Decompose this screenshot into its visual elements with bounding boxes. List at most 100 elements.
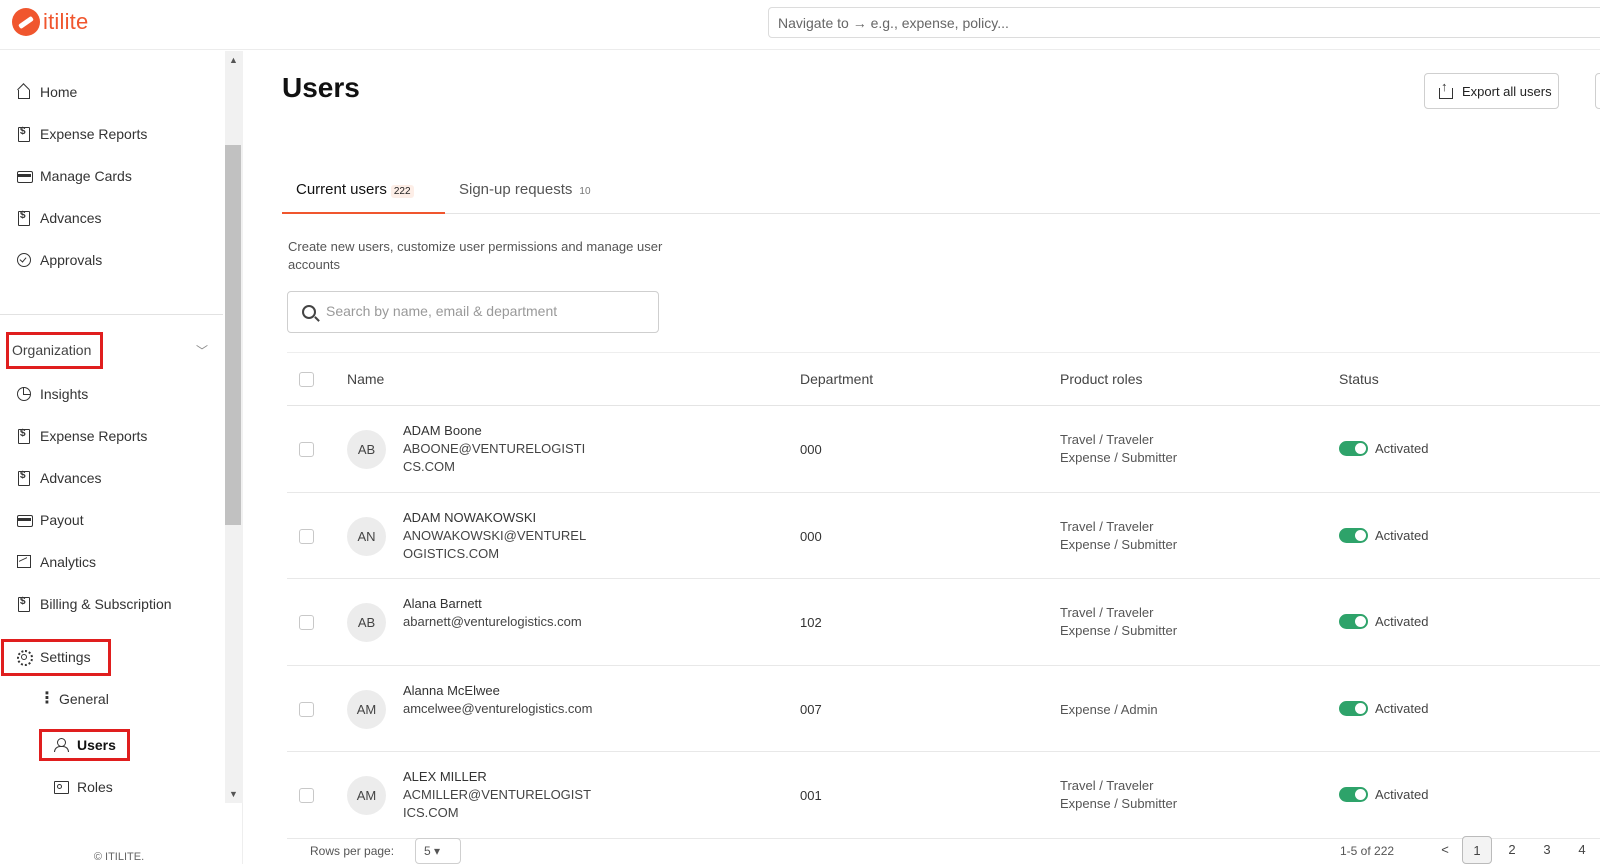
receipt-icon bbox=[16, 126, 32, 142]
sidebar-item-label: Billing & Subscription bbox=[40, 596, 172, 612]
itilite-logo[interactable]: itilite bbox=[12, 8, 88, 36]
column-header-department[interactable]: Department bbox=[800, 371, 873, 387]
column-header-status[interactable]: Status bbox=[1339, 371, 1379, 387]
user-name-cell: Alana Barnett abarnett@venturelogistics.… bbox=[403, 595, 593, 631]
row-checkbox[interactable] bbox=[299, 615, 314, 630]
status-toggle[interactable] bbox=[1339, 527, 1368, 543]
role-line: Expense / Submitter bbox=[1060, 450, 1178, 465]
chevron-down-icon[interactable]: ﹀ bbox=[196, 342, 208, 359]
sidebar-item-label: Approvals bbox=[40, 252, 103, 268]
prev-page-button[interactable]: < bbox=[1430, 836, 1460, 864]
logo-text: itilite bbox=[43, 9, 89, 34]
role-line: Expense / Submitter bbox=[1060, 623, 1178, 638]
page-title: Users bbox=[282, 72, 360, 103]
home-icon bbox=[16, 84, 32, 100]
pie-icon bbox=[16, 386, 32, 402]
export-all-users-button[interactable]: Export all users bbox=[1424, 73, 1559, 109]
sidebar-item-users[interactable]: Users bbox=[53, 733, 116, 757]
avatar: AM bbox=[347, 689, 386, 729]
copyright-text: © ITILITE. bbox=[93, 851, 145, 863]
user-name-cell: Alanna McElwee amcelwee@venturelogistics… bbox=[403, 682, 593, 718]
sidebar-item-manage-cards[interactable]: Manage Cards bbox=[16, 164, 132, 188]
status-toggle[interactable] bbox=[1339, 614, 1368, 629]
table-row[interactable]: AB ADAM Boone ABOONE@VENTURELOGISTICS.CO… bbox=[287, 406, 1600, 493]
sidebar-item-org-advances[interactable]: Advances bbox=[16, 466, 101, 490]
department-cell: 007 bbox=[800, 701, 822, 717]
dots-icon bbox=[35, 688, 55, 708]
select-all-checkbox[interactable] bbox=[299, 372, 314, 387]
user-search-input[interactable] bbox=[326, 303, 646, 319]
sidebar-item-roles[interactable]: Roles bbox=[53, 775, 113, 799]
product-roles-cell: Expense / Admin bbox=[1060, 701, 1158, 719]
tab-count-badge: 222 bbox=[390, 185, 414, 198]
role-line: Expense / Submitter bbox=[1060, 796, 1178, 811]
table-row[interactable]: AB Alana Barnett abarnett@venturelogisti… bbox=[287, 579, 1600, 666]
role-line: Expense / Admin bbox=[1060, 701, 1158, 717]
user-name: ADAM NOWAKOWSKI bbox=[403, 509, 537, 525]
status-cell: Activated bbox=[1339, 787, 1428, 802]
column-header-name[interactable]: Name bbox=[347, 371, 384, 387]
page-button-1[interactable]: 1 bbox=[1462, 836, 1492, 864]
more-actions-button[interactable] bbox=[1595, 73, 1600, 109]
sidebar-item-expense-reports[interactable]: Expense Reports bbox=[16, 122, 147, 146]
organization-section-header[interactable]: Organization bbox=[6, 332, 103, 369]
sidebar-item-label: Settings bbox=[40, 649, 91, 665]
row-checkbox[interactable] bbox=[299, 442, 314, 457]
navigate-search-input[interactable]: Navigate to → e.g., expense, policy... bbox=[768, 7, 1600, 38]
sidebar-item-home[interactable]: Home bbox=[16, 80, 77, 104]
card-icon bbox=[16, 512, 33, 528]
scroll-down-arrow-icon[interactable]: ▼ bbox=[229, 789, 238, 799]
sidebar-item-billing[interactable]: Billing & Subscription bbox=[16, 592, 172, 616]
sidebar-scroll-area[interactable]: Home Expense Reports Manage Cards Advanc… bbox=[0, 51, 225, 803]
status-label: Activated bbox=[1375, 614, 1429, 629]
user-email: ABOONE@VENTURELOGISTICS.COM bbox=[403, 441, 586, 474]
row-checkbox[interactable] bbox=[299, 701, 314, 717]
sidebar: Home Expense Reports Manage Cards Advanc… bbox=[0, 51, 243, 864]
sidebar-item-org-expense-reports[interactable]: Expense Reports bbox=[16, 424, 147, 448]
rows-per-page-select[interactable]: 5 ▾ bbox=[415, 838, 461, 864]
tab-current-users[interactable]: Current users 222 bbox=[282, 172, 445, 214]
sidebar-item-settings[interactable]: Settings bbox=[16, 645, 91, 669]
row-checkbox[interactable] bbox=[299, 528, 314, 544]
user-search-box[interactable] bbox=[287, 291, 659, 333]
avatar: AN bbox=[347, 516, 386, 556]
sidebar-item-approvals[interactable]: Approvals bbox=[16, 248, 102, 272]
page-button-2[interactable]: 2 bbox=[1497, 836, 1527, 864]
role-line: Travel / Traveler bbox=[1060, 518, 1154, 534]
status-label: Activated bbox=[1375, 527, 1429, 543]
table-row[interactable]: AM ALEX MILLER ACMILLER@VENTURELOGISTICS… bbox=[287, 752, 1600, 839]
row-checkbox[interactable] bbox=[299, 788, 314, 803]
user-tabs: Current users 222 Sign-up requests 10 bbox=[282, 172, 1600, 214]
page-button-4[interactable]: 4 bbox=[1567, 836, 1597, 864]
status-toggle[interactable] bbox=[1339, 700, 1368, 716]
user-email: ANOWAKOWSKI@VENTURELOGISTICS.COM bbox=[403, 527, 587, 561]
sidebar-item-label: Payout bbox=[40, 512, 84, 528]
page-button-3[interactable]: 3 bbox=[1532, 836, 1562, 864]
receipt-icon bbox=[16, 428, 32, 444]
sidebar-item-payout[interactable]: Payout bbox=[16, 508, 84, 532]
column-header-product-roles[interactable]: Product roles bbox=[1060, 371, 1142, 387]
sidebar-item-label: Advances bbox=[40, 210, 102, 226]
table-row[interactable]: AN ADAM NOWAKOWSKI ANOWAKOWSKI@VENTURELO… bbox=[287, 493, 1600, 579]
role-line: Expense / Submitter bbox=[1060, 536, 1178, 552]
table-row[interactable]: AM Alanna McElwee amcelwee@venturelogist… bbox=[287, 666, 1600, 752]
sidebar-scrollbar-thumb[interactable] bbox=[225, 145, 241, 525]
status-label: Activated bbox=[1375, 700, 1429, 716]
user-email: ACMILLER@VENTURELOGISTICS.COM bbox=[403, 787, 592, 820]
status-toggle[interactable] bbox=[1339, 787, 1368, 802]
product-roles-cell: Travel / Traveler Expense / Submitter bbox=[1060, 431, 1177, 467]
sidebar-item-label: General bbox=[59, 691, 109, 707]
status-label: Activated bbox=[1375, 787, 1429, 802]
sidebar-item-general[interactable]: General bbox=[35, 687, 109, 711]
sidebar-item-analytics[interactable]: Analytics bbox=[16, 550, 96, 574]
sidebar-item-label: Analytics bbox=[40, 554, 97, 570]
scroll-up-arrow-icon[interactable]: ▲ bbox=[229, 55, 238, 65]
status-toggle[interactable] bbox=[1339, 441, 1368, 456]
sidebar-item-advances[interactable]: Advances bbox=[16, 206, 101, 230]
sidebar-item-insights[interactable]: Insights bbox=[16, 382, 88, 406]
sidebar-item-label: Advances bbox=[40, 470, 102, 486]
tab-sign-up-requests[interactable]: Sign-up requests 10 bbox=[445, 172, 620, 214]
rows-per-page-value: 5 bbox=[424, 844, 431, 858]
card-icon bbox=[16, 168, 33, 184]
product-roles-cell: Travel / Traveler Expense / Submitter bbox=[1060, 518, 1177, 554]
